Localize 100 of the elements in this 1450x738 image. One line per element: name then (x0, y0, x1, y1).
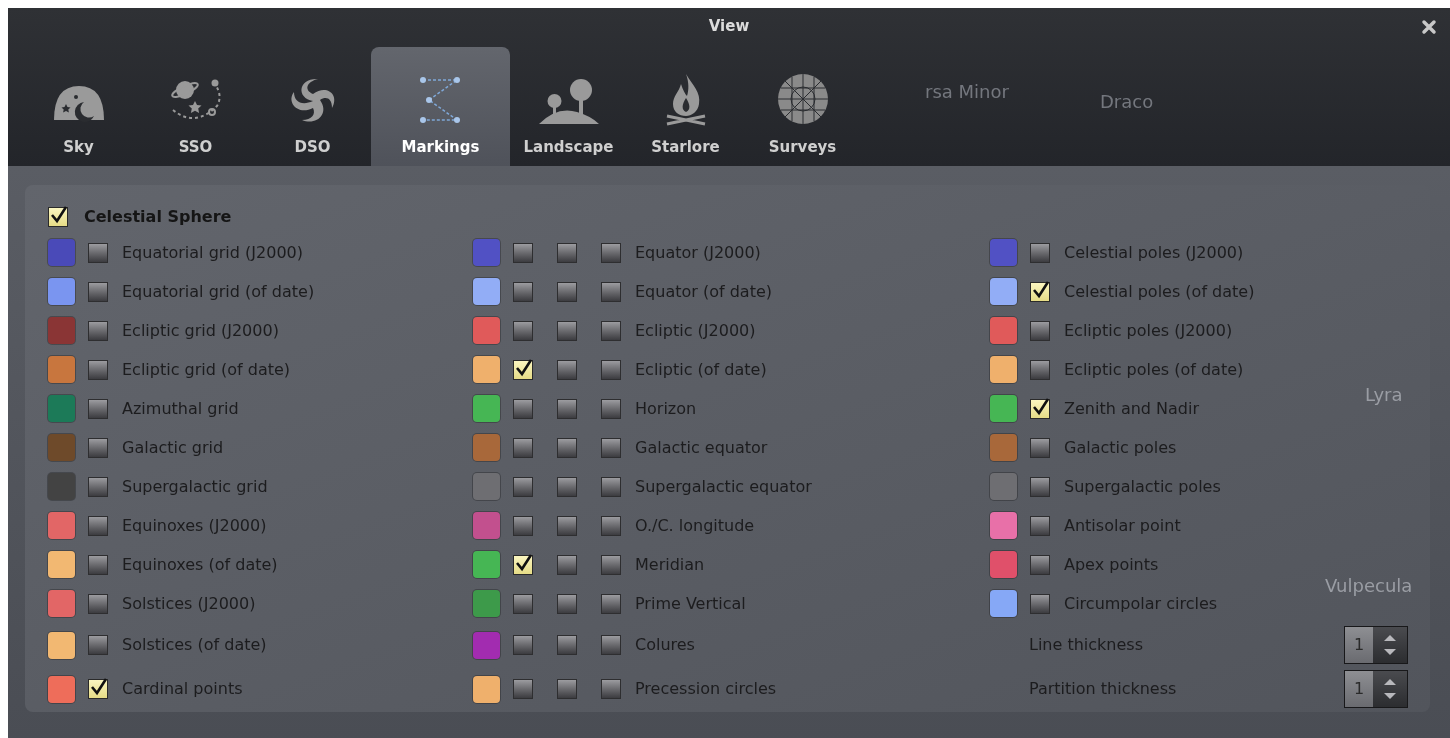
checkbox[interactable] (601, 635, 621, 655)
checkbox[interactable] (1030, 554, 1050, 575)
color-swatch[interactable] (48, 473, 75, 500)
color-swatch[interactable] (990, 551, 1017, 578)
color-swatch[interactable] (990, 395, 1017, 422)
color-swatch[interactable] (48, 317, 75, 344)
color-swatch[interactable] (990, 512, 1017, 539)
color-swatch[interactable] (473, 590, 500, 617)
checkbox[interactable] (557, 679, 577, 699)
checkbox[interactable] (88, 476, 108, 497)
view-tab[interactable]: Starlore (627, 47, 744, 166)
checkbox[interactable] (601, 281, 621, 302)
color-swatch[interactable] (473, 395, 500, 422)
checkbox[interactable] (48, 207, 68, 227)
checkbox[interactable] (513, 593, 533, 614)
color-swatch[interactable] (990, 239, 1017, 266)
checkbox[interactable] (1030, 320, 1050, 341)
checkbox[interactable] (88, 515, 108, 536)
color-swatch[interactable] (48, 675, 75, 703)
color-swatch[interactable] (473, 434, 500, 461)
down-arrow-icon[interactable] (1383, 692, 1397, 700)
checkbox[interactable] (1030, 281, 1050, 302)
checkbox[interactable] (88, 679, 108, 699)
color-swatch[interactable] (48, 278, 75, 305)
color-swatch[interactable] (473, 551, 500, 578)
down-arrow-icon[interactable] (1383, 648, 1397, 656)
color-swatch[interactable] (48, 356, 75, 383)
checkbox[interactable] (513, 437, 533, 458)
color-swatch[interactable] (48, 551, 75, 578)
color-swatch[interactable] (990, 278, 1017, 305)
color-swatch[interactable] (473, 631, 500, 659)
checkbox[interactable] (557, 398, 577, 419)
color-swatch[interactable] (48, 590, 75, 617)
color-swatch[interactable] (473, 473, 500, 500)
view-tab[interactable]: Sky (20, 47, 137, 166)
color-swatch[interactable] (473, 317, 500, 344)
checkbox[interactable] (513, 635, 533, 655)
color-swatch[interactable] (473, 512, 500, 539)
checkbox[interactable] (513, 320, 533, 341)
checkbox[interactable] (1030, 593, 1050, 614)
checkbox[interactable] (601, 679, 621, 699)
color-swatch[interactable] (48, 395, 75, 422)
checkbox[interactable] (513, 554, 533, 575)
checkbox[interactable] (88, 635, 108, 655)
color-swatch[interactable] (990, 473, 1017, 500)
checkbox[interactable] (88, 593, 108, 614)
checkbox[interactable] (601, 476, 621, 497)
view-tab[interactable]: Surveys (744, 47, 861, 166)
checkbox[interactable] (88, 437, 108, 458)
checkbox[interactable] (557, 515, 577, 536)
checkbox[interactable] (1030, 398, 1050, 419)
color-swatch[interactable] (473, 278, 500, 305)
view-tab[interactable]: DSO (254, 47, 371, 166)
checkbox[interactable] (88, 359, 108, 380)
checkbox[interactable] (557, 593, 577, 614)
checkbox[interactable] (601, 242, 621, 263)
checkbox[interactable] (88, 281, 108, 302)
checkbox[interactable] (1030, 437, 1050, 458)
checkbox[interactable] (557, 437, 577, 458)
color-swatch[interactable] (473, 675, 500, 703)
checkbox[interactable] (601, 515, 621, 536)
checkbox[interactable] (601, 398, 621, 419)
checkbox[interactable] (557, 359, 577, 380)
checkbox[interactable] (1030, 359, 1050, 380)
view-tab[interactable]: Landscape (510, 47, 627, 166)
checkbox[interactable] (601, 593, 621, 614)
checkbox[interactable] (601, 554, 621, 575)
color-swatch[interactable] (473, 356, 500, 383)
color-swatch[interactable] (48, 512, 75, 539)
checkbox[interactable] (1030, 476, 1050, 497)
checkbox[interactable] (601, 437, 621, 458)
color-swatch[interactable] (990, 590, 1017, 617)
view-tab[interactable]: Markings (371, 47, 510, 166)
checkbox[interactable] (601, 359, 621, 380)
view-tab[interactable]: SSO (137, 47, 254, 166)
checkbox[interactable] (513, 242, 533, 263)
checkbox[interactable] (513, 515, 533, 536)
checkbox[interactable] (88, 242, 108, 263)
color-swatch[interactable] (48, 631, 75, 659)
color-swatch[interactable] (990, 356, 1017, 383)
checkbox[interactable] (557, 281, 577, 302)
checkbox[interactable] (1030, 515, 1050, 536)
checkbox[interactable] (88, 398, 108, 419)
checkbox[interactable] (557, 476, 577, 497)
checkbox[interactable] (513, 281, 533, 302)
checkbox[interactable] (557, 554, 577, 575)
color-swatch[interactable] (48, 239, 75, 266)
checkbox[interactable] (88, 320, 108, 341)
checkbox[interactable] (513, 359, 533, 380)
checkbox[interactable] (513, 398, 533, 419)
checkbox[interactable] (513, 679, 533, 699)
color-swatch[interactable] (990, 317, 1017, 344)
checkbox[interactable] (88, 554, 108, 575)
checkbox[interactable] (1030, 242, 1050, 263)
up-arrow-icon[interactable] (1383, 634, 1397, 642)
color-swatch[interactable] (990, 434, 1017, 461)
color-swatch[interactable] (48, 434, 75, 461)
checkbox[interactable] (557, 635, 577, 655)
up-arrow-icon[interactable] (1383, 678, 1397, 686)
checkbox[interactable] (601, 320, 621, 341)
